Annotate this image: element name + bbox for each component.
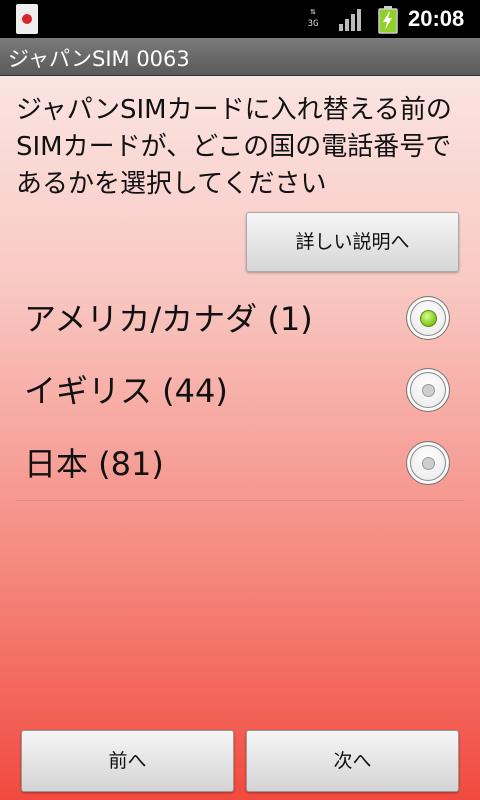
radio-button[interactable] [406, 368, 450, 412]
detail-explanation-button[interactable]: 詳しい説明へ [246, 212, 459, 272]
option-label: イギリス (44) [24, 372, 228, 410]
next-button[interactable]: 次へ [246, 730, 459, 792]
app-notification-icon[interactable] [16, 4, 38, 34]
battery-charging-icon [378, 6, 398, 34]
network-3g-icon: ⇅ 3G [307, 7, 319, 29]
option-japan[interactable]: 日本 (81) [0, 427, 480, 499]
app-title: ジャパンSIM 0063 [8, 47, 190, 71]
option-label: アメリカ/カナダ (1) [24, 300, 313, 338]
radio-button[interactable] [406, 441, 450, 485]
radio-button-checked[interactable] [406, 296, 450, 340]
option-uk[interactable]: イギリス (44) [0, 354, 480, 426]
signal-icon [339, 9, 361, 31]
status-bar: ⇅ 3G 20:08 [0, 0, 480, 38]
instruction-text: ジャパンSIMカードに入れ替える前のSIMカードが、どこの国の電話番号であるかを… [16, 95, 452, 199]
clock: 20:08 [408, 6, 465, 31]
option-usa-canada[interactable]: アメリカ/カナダ (1) [0, 282, 480, 354]
title-bar: ジャパンSIM 0063 [0, 38, 480, 76]
divider [16, 500, 464, 501]
prev-button[interactable]: 前へ [21, 730, 234, 792]
option-label: 日本 (81) [24, 445, 164, 483]
